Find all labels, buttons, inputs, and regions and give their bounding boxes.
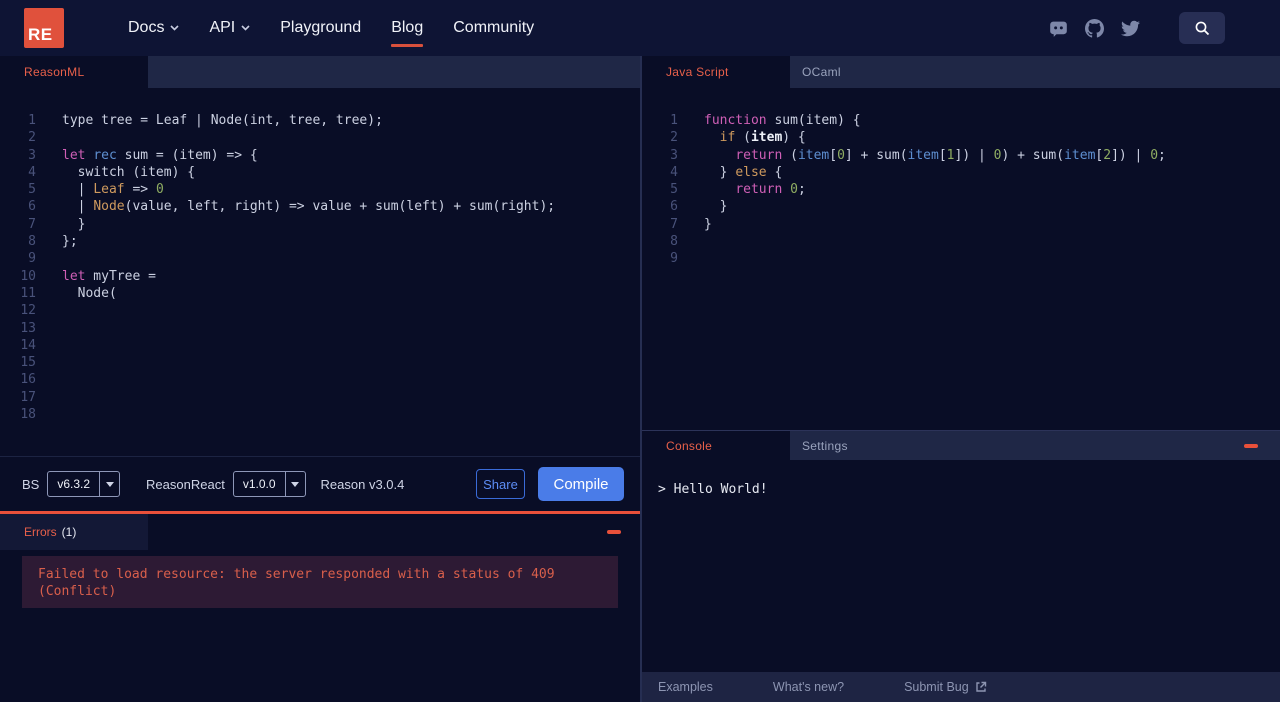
nav-label-community: Community [453, 19, 535, 36]
code-line: 14 [20, 337, 36, 353]
code-line: 8}; [28, 234, 78, 250]
code-line: 8 [670, 234, 678, 250]
code-line: 3 return (item[0] + sum(item[1]) | 0) + … [670, 147, 1166, 163]
code-line: 7 } [28, 216, 86, 232]
tab-ocaml[interactable]: OCaml [790, 56, 853, 88]
nav-right [1049, 12, 1225, 44]
reasonreact-version-dropdown[interactable]: v1.0.0 [232, 471, 306, 497]
right-tabbar: Java Script OCaml [642, 56, 1280, 88]
reasonreact-version-value: v1.0.0 [242, 477, 276, 491]
bs-version-dropdown[interactable]: v6.3.2 [47, 471, 121, 497]
code-line: 12 [20, 303, 36, 319]
code-line: 6 } [670, 199, 728, 215]
tab-javascript-label: Java Script [666, 65, 729, 79]
code-line: 16 [20, 372, 36, 388]
nav-label-docs: Docs [128, 19, 165, 36]
share-button[interactable]: Share [476, 469, 525, 499]
code-line: 13 [20, 320, 36, 336]
errors-header: Errors (1) [0, 514, 640, 550]
code-line: 10 let myTree = [20, 268, 156, 284]
code-line: 5 | Leaf => 0 [28, 182, 164, 198]
main-nav: Docs API Playground Blog Community [128, 13, 534, 47]
code-line: 9 [670, 251, 678, 267]
search-button[interactable] [1179, 12, 1225, 44]
tab-settings[interactable]: Settings [790, 431, 860, 460]
reason-version: Reason v3.0.4 [320, 476, 405, 492]
reason-editor-pane: ReasonML 1 type tree = Leaf | Node(int, t… [0, 56, 640, 702]
left-tabbar: ReasonML [0, 56, 640, 88]
collapse-console-icon[interactable] [1244, 443, 1258, 448]
code-line: 15 [20, 355, 36, 371]
dropdown-caret-icon [99, 472, 119, 496]
reason-logo[interactable]: RE [24, 8, 64, 48]
code-line: 2 if (item) { [670, 130, 806, 146]
nav-item-community[interactable]: Community [453, 13, 534, 43]
code-line: 2 [28, 130, 36, 146]
reasonml-playground: RE Docs API Playground Blog Community Re… [0, 0, 1280, 702]
whats-new-link[interactable]: What's new? [773, 680, 844, 694]
tab-reasonml[interactable]: ReasonML [0, 56, 148, 88]
examples-label: Examples [658, 680, 713, 694]
navbar: RE Docs API Playground Blog Community [0, 0, 1280, 56]
console-output: > Hello World! [642, 460, 1280, 672]
chevron-down-icon [241, 25, 250, 31]
tab-console-label: Console [666, 438, 713, 453]
code-line: 17 [20, 389, 36, 405]
code-line: 4 switch (item) { [28, 164, 196, 180]
compiler-toolbar: BS v6.3.2 ReasonReact v1.0.0 Reason v3.0… [0, 456, 640, 511]
code-line: 9 [28, 251, 36, 267]
nav-item-api[interactable]: API [209, 13, 250, 43]
tab-ocaml-label: OCaml [802, 65, 841, 79]
examples-link[interactable]: Examples [658, 680, 713, 694]
nav-item-docs[interactable]: Docs [128, 13, 180, 43]
error-message: Failed to load resource: the server resp… [22, 556, 618, 608]
reasonreact-label: ReasonReact [146, 476, 225, 492]
chevron-down-icon [170, 25, 180, 31]
console-tabbar: Console Settings [642, 431, 1280, 460]
search-icon [1195, 21, 1209, 35]
code-line: 5 return 0; [670, 182, 806, 198]
console-output-line: > Hello World! [658, 482, 768, 497]
errors-count: (1) [61, 525, 77, 539]
tab-errors[interactable]: Errors (1) [0, 514, 148, 550]
code-line: 18 [20, 407, 36, 423]
github-icon[interactable] [1085, 18, 1104, 38]
tab-console[interactable]: Console [642, 431, 790, 460]
nav-item-blog[interactable]: Blog [391, 13, 424, 47]
tab-reasonml-label: ReasonML [24, 65, 85, 79]
bs-version-value: v6.3.2 [57, 477, 91, 491]
code-line: 3 let rec sum = (item) => { [28, 147, 258, 163]
javascript-output-editor[interactable]: 1 function sum(item) { 2 if (item) {3 retu… [642, 88, 1280, 430]
whats-new-label: What's new? [772, 680, 845, 694]
discord-icon[interactable] [1049, 19, 1068, 38]
compile-button[interactable]: Compile [538, 467, 624, 501]
code-line: 1 type tree = Leaf | Node(int, tree, tree… [28, 113, 383, 128]
nav-item-playground[interactable]: Playground [280, 13, 361, 43]
dropdown-caret-icon [284, 472, 305, 496]
submit-bug-label: Submit Bug [904, 680, 969, 694]
logo-text: RE [28, 25, 53, 44]
nav-label-blog: Blog [391, 19, 424, 36]
code-line: 7} [670, 216, 712, 232]
code-line: 1 function sum(item) { [670, 113, 861, 128]
external-link-icon [975, 681, 986, 692]
nav-label-playground: Playground [280, 19, 362, 36]
code-line: 11 Node( [20, 285, 117, 301]
submit-bug-link[interactable]: Submit Bug [904, 680, 987, 694]
nav-label-api: API [209, 19, 236, 36]
errors-title: Errors [24, 525, 57, 539]
tab-javascript[interactable]: Java Script [642, 56, 790, 88]
playground-footer: Examples What's new? Submit Bug [642, 672, 1280, 702]
bs-label: BS [22, 476, 40, 492]
tab-settings-label: Settings [802, 438, 848, 453]
code-line: 4 } else { [670, 164, 783, 180]
reason-code-editor[interactable]: 1 type tree = Leaf | Node(int, tree, tree… [0, 88, 640, 456]
output-pane: Java Script OCaml 1 function sum(item) { 2… [642, 56, 1280, 702]
code-line: 6 | Node(value, left, right) => value + … [28, 199, 556, 215]
collapse-errors-icon[interactable] [607, 530, 621, 534]
twitter-icon[interactable] [1121, 19, 1140, 38]
